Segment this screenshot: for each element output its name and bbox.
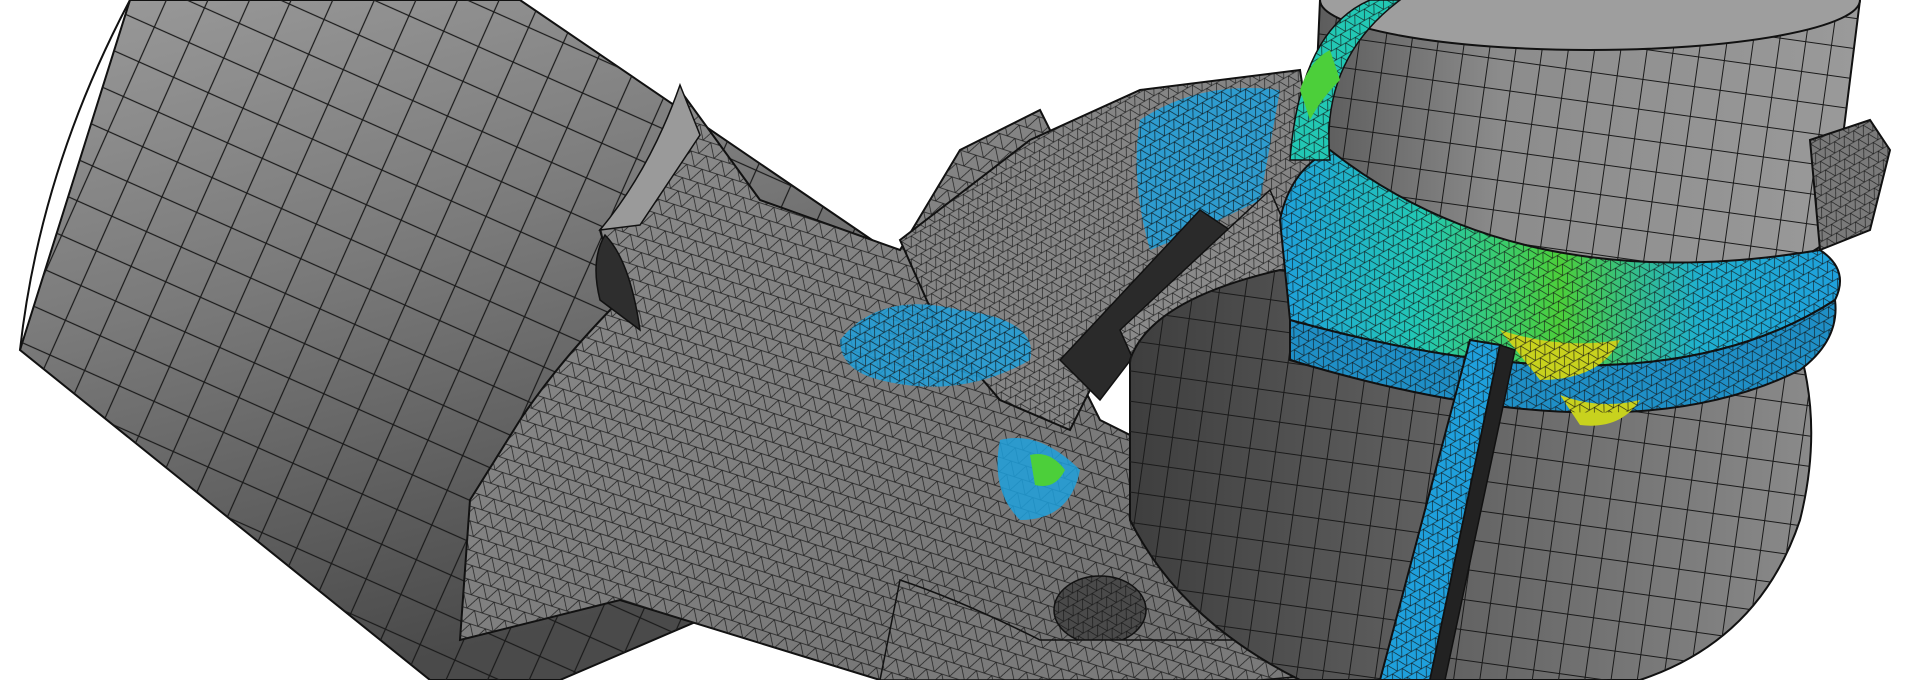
render-viewport bbox=[0, 0, 1920, 680]
fea-mesh-render bbox=[18, 0, 1892, 680]
